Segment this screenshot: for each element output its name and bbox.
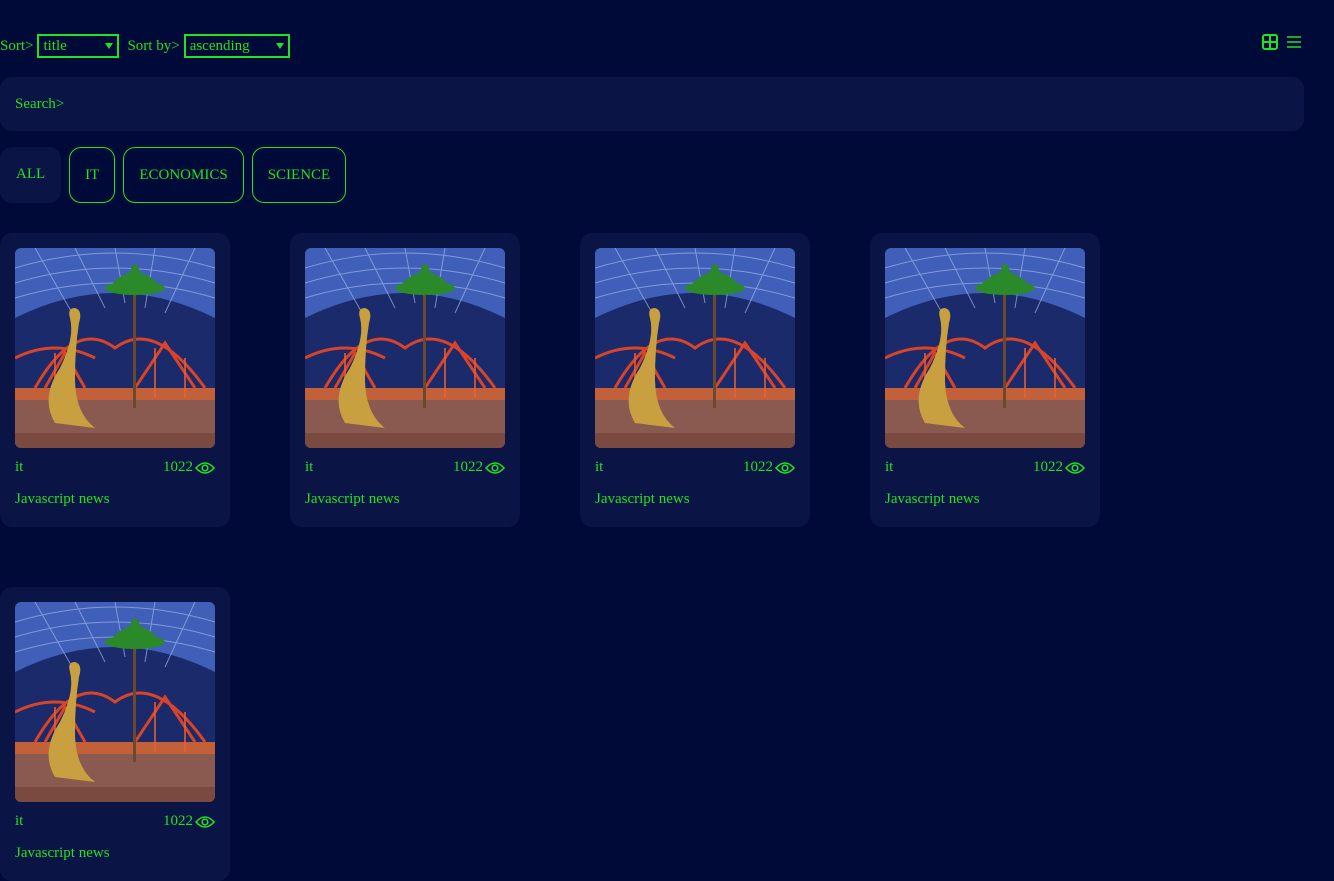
card-meta: it 1022 [595, 459, 795, 476]
eye-icon [195, 815, 215, 829]
tab-label: ECONOMICS [139, 166, 228, 183]
card-title: Javascript news [15, 845, 110, 861]
card-title: Javascript news [885, 491, 980, 507]
card-title: Javascript news [595, 491, 690, 507]
card-meta: it 1022 [15, 459, 215, 476]
category-tabs: ALL IT ECONOMICS SCIENCE [0, 147, 347, 203]
view-count: 1022 [453, 459, 483, 475]
card-image [595, 248, 795, 448]
news-card[interactable]: it 1022 Javascript news [0, 233, 230, 527]
news-card[interactable]: it 1022 Javascript news [870, 233, 1100, 527]
grid-icon[interactable] [1262, 34, 1278, 50]
card-title: Javascript news [15, 491, 110, 507]
tab-economics[interactable]: ECONOMICS [123, 147, 244, 203]
card-views: 1022 [453, 459, 505, 476]
tab-label: ALL [16, 166, 46, 182]
eye-icon [1065, 461, 1085, 475]
card-meta: it 1022 [15, 813, 215, 830]
tab-it[interactable]: IT [69, 147, 116, 203]
card-meta: it 1022 [305, 459, 505, 476]
card-meta: it 1022 [885, 459, 1085, 476]
eye-icon [775, 461, 795, 475]
view-toggle [1262, 34, 1302, 50]
card-category: it [15, 813, 24, 829]
tab-science[interactable]: SCIENCE [251, 147, 347, 203]
eye-icon [485, 461, 505, 475]
card-views: 1022 [163, 459, 215, 476]
card-category: it [15, 459, 24, 475]
tab-label: SCIENCE [267, 166, 331, 183]
card-views: 1022 [163, 813, 215, 830]
chevron-down-icon [105, 43, 114, 49]
list-icon[interactable] [1286, 34, 1302, 50]
card-title: Javascript news [305, 491, 400, 507]
card-image [15, 248, 215, 448]
card-category: it [885, 459, 894, 475]
sort-label: Sort> [0, 37, 34, 54]
news-card[interactable]: it 1022 Javascript news [580, 233, 810, 527]
view-count: 1022 [163, 459, 193, 475]
tab-all[interactable]: ALL [0, 147, 62, 203]
sortby-select-value: ascending [189, 37, 250, 54]
search-placeholder: Search> [15, 95, 65, 112]
card-category: it [595, 459, 604, 475]
card-category: it [305, 459, 314, 475]
view-count: 1022 [1033, 459, 1063, 475]
card-views: 1022 [743, 459, 795, 476]
card-image [15, 602, 215, 802]
search-input[interactable]: Search> [0, 77, 1304, 131]
card-views: 1022 [1033, 459, 1085, 476]
tab-label: IT [85, 166, 100, 183]
sort-controls: Sort> title Sort by> ascending [0, 32, 290, 60]
sortby-label: Sort by> [127, 37, 180, 54]
news-card[interactable]: it 1022 Javascript news [0, 587, 230, 881]
sort-select[interactable]: title [37, 34, 120, 58]
news-card[interactable]: it 1022 Javascript news [290, 233, 520, 527]
eye-icon [195, 461, 215, 475]
card-image [305, 248, 505, 448]
chevron-down-icon [275, 43, 284, 49]
view-count: 1022 [163, 813, 193, 829]
sort-select-value: title [43, 37, 67, 54]
sortby-select[interactable]: ascending [183, 34, 290, 58]
card-image [885, 248, 1085, 448]
view-count: 1022 [743, 459, 773, 475]
